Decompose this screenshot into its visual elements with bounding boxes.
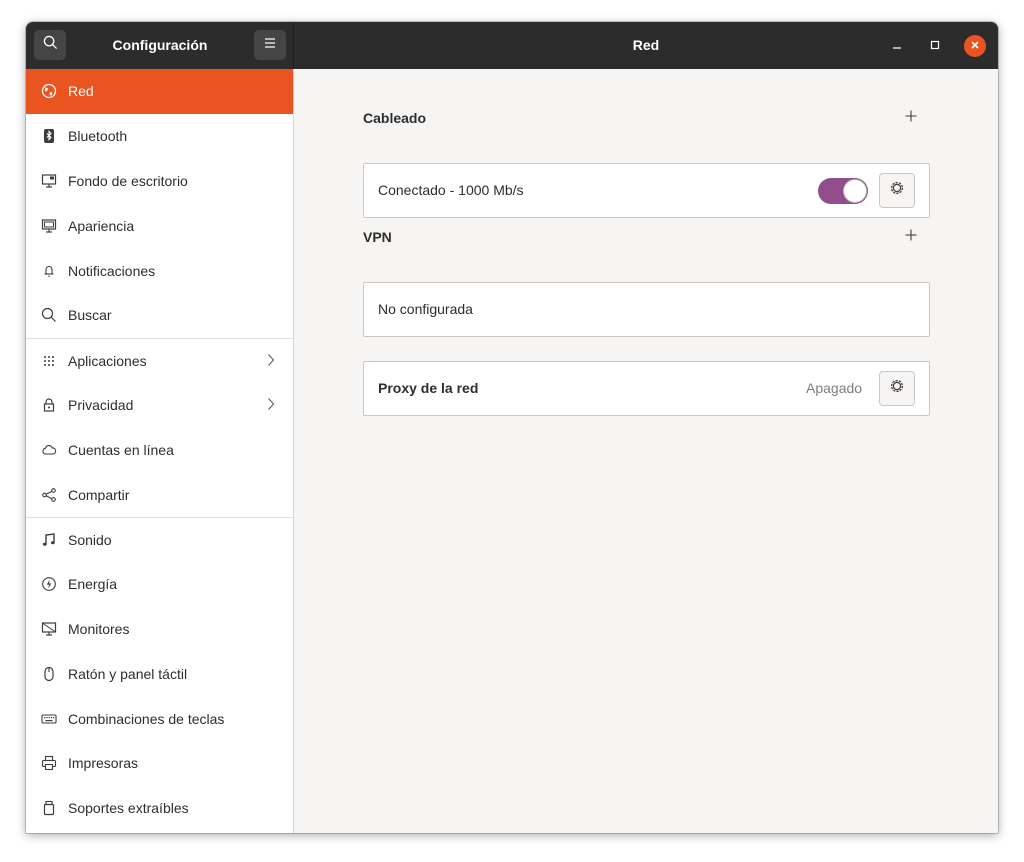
sidebar-item-label: Impresoras xyxy=(68,755,139,772)
lock-icon xyxy=(41,397,57,413)
sidebar-item-label: Energía xyxy=(68,576,118,593)
share-icon xyxy=(41,487,57,503)
printer-icon xyxy=(41,755,57,771)
hamburger-menu-icon xyxy=(263,36,277,54)
menu-button[interactable] xyxy=(254,30,286,60)
sidebar-item-label: Apariencia xyxy=(68,217,135,234)
bell-icon xyxy=(41,263,57,279)
sidebar-item-label: Soportes extraíbles xyxy=(68,800,189,817)
sidebar-item-cuentas-en-linea[interactable]: Cuentas en línea xyxy=(26,427,293,472)
sidebar-item-buscar[interactable]: Buscar xyxy=(26,293,293,338)
sidebar-item-label: Sonido xyxy=(68,531,112,548)
settings-window: Configuración Red Red Bluetooth Fondo de… xyxy=(26,22,998,833)
close-button[interactable] xyxy=(964,35,986,57)
vpn-section-title: VPN xyxy=(363,229,392,245)
plus-icon xyxy=(905,109,917,127)
wallpaper-icon xyxy=(41,173,57,189)
main-content: Cableado Conectado - 1000 Mb/s VPN No co… xyxy=(295,69,998,833)
sidebar-item-raton-y-panel-tactil[interactable]: Ratón y panel táctil xyxy=(26,651,293,696)
network-globe-icon xyxy=(41,83,57,99)
sidebar-item-compartir[interactable]: Compartir xyxy=(26,472,293,517)
wired-toggle-switch[interactable] xyxy=(818,178,868,204)
sidebar: Red Bluetooth Fondo de escritorio Aparie… xyxy=(26,69,294,833)
add-vpn-button[interactable] xyxy=(901,227,921,247)
plus-icon xyxy=(905,228,917,246)
sidebar-item-energia[interactable]: Energía xyxy=(26,562,293,607)
vpn-status-label: No configurada xyxy=(378,301,473,317)
wired-connection-label: Conectado - 1000 Mb/s xyxy=(378,182,524,198)
sidebar-item-label: Privacidad xyxy=(68,396,134,413)
title-bar: Configuración Red xyxy=(26,22,998,69)
sidebar-title: Configuración xyxy=(112,37,208,53)
wired-connection-row: Conectado - 1000 Mb/s xyxy=(363,163,930,218)
sidebar-item-fondo-de-escritorio[interactable]: Fondo de escritorio xyxy=(26,159,293,204)
removable-media-icon xyxy=(41,800,57,816)
proxy-settings-button[interactable] xyxy=(879,371,915,406)
sidebar-item-label: Combinaciones de teclas xyxy=(68,710,225,727)
sidebar-item-label: Fondo de escritorio xyxy=(68,172,188,189)
sidebar-item-impresoras[interactable]: Impresoras xyxy=(26,741,293,786)
sidebar-header: Configuración xyxy=(26,22,294,69)
mouse-icon xyxy=(41,666,57,682)
appearance-icon xyxy=(41,218,57,234)
sidebar-item-label: Buscar xyxy=(68,307,112,324)
maximize-button[interactable] xyxy=(924,35,946,57)
wired-section-title: Cableado xyxy=(363,110,427,126)
music-note-icon xyxy=(41,532,57,548)
toggle-knob xyxy=(843,179,867,203)
sidebar-item-sonido[interactable]: Sonido xyxy=(26,516,293,562)
bluetooth-icon xyxy=(41,128,57,144)
minimize-icon xyxy=(892,37,902,55)
search-button[interactable] xyxy=(34,30,66,60)
maximize-icon xyxy=(930,37,940,55)
sidebar-item-label: Compartir xyxy=(68,486,130,503)
sidebar-item-label: Cuentas en línea xyxy=(68,441,174,458)
cloud-icon xyxy=(41,442,57,458)
search-icon xyxy=(41,307,57,323)
sidebar-item-privacidad[interactable]: Privacidad xyxy=(26,383,293,428)
search-icon xyxy=(43,35,58,55)
sidebar-item-label: Bluetooth xyxy=(68,128,128,145)
gear-icon xyxy=(889,378,905,399)
chevron-right-icon xyxy=(267,353,275,370)
sidebar-item-label: Ratón y panel táctil xyxy=(68,665,188,682)
proxy-status: Apagado xyxy=(806,380,863,396)
sidebar-item-label: Red xyxy=(68,83,94,100)
proxy-row[interactable]: Proxy de la red Apagado xyxy=(363,361,930,416)
chevron-right-icon xyxy=(267,397,275,414)
sidebar-item-monitores[interactable]: Monitores xyxy=(26,607,293,652)
vpn-row: No configurada xyxy=(363,282,930,337)
proxy-label: Proxy de la red xyxy=(378,380,479,396)
gear-icon xyxy=(889,180,905,201)
minimize-button[interactable] xyxy=(886,35,908,57)
wired-settings-button[interactable] xyxy=(879,173,915,208)
sidebar-item-combinaciones-de-teclas[interactable]: Combinaciones de teclas xyxy=(26,696,293,741)
sidebar-item-label: Notificaciones xyxy=(68,262,156,279)
keyboard-icon xyxy=(41,711,57,727)
sidebar-item-label: Aplicaciones xyxy=(68,352,147,369)
apps-grid-icon xyxy=(41,353,57,369)
close-icon xyxy=(970,37,980,55)
sidebar-item-red[interactable]: Red xyxy=(26,69,293,114)
power-icon xyxy=(41,576,57,592)
add-wired-button[interactable] xyxy=(901,108,921,128)
sidebar-item-apariencia[interactable]: Apariencia xyxy=(26,203,293,248)
sidebar-item-bluetooth[interactable]: Bluetooth xyxy=(26,114,293,159)
sidebar-item-aplicaciones[interactable]: Aplicaciones xyxy=(26,337,293,383)
monitor-icon xyxy=(41,621,57,637)
sidebar-item-notificaciones[interactable]: Notificaciones xyxy=(26,248,293,293)
sidebar-item-soportes-extraibles[interactable]: Soportes extraíbles xyxy=(26,786,293,831)
sidebar-item-label: Monitores xyxy=(68,620,130,637)
